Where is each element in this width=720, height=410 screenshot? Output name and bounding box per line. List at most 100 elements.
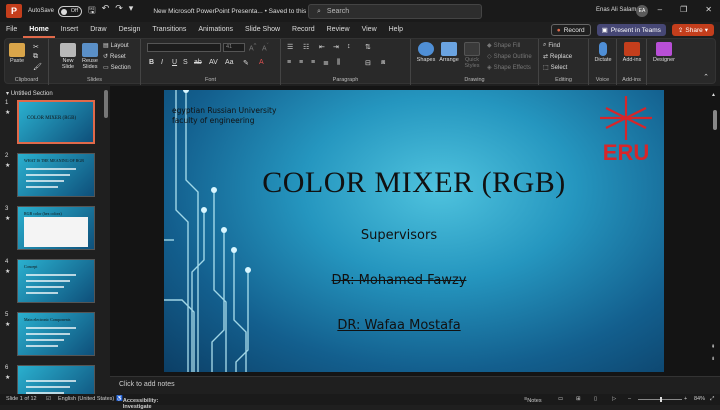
slide-1[interactable]: egyptian Russian University faculty of e… — [164, 90, 664, 372]
select-button[interactable]: ⬚ Select — [543, 64, 567, 72]
align-text-icon[interactable]: ⊟ — [365, 59, 371, 67]
zoom-in-icon[interactable]: + — [684, 396, 687, 402]
font-color-icon[interactable]: A — [259, 59, 264, 66]
slide-thumbnail[interactable]: COLOR MIXER (RGB) — [17, 100, 95, 144]
fit-slide-icon[interactable]: ⤢ — [710, 396, 714, 403]
align-right-icon[interactable]: ≡ — [311, 59, 315, 66]
thumbnail-scrollbar[interactable] — [104, 90, 108, 118]
text-direction-icon[interactable]: ⇅ — [365, 43, 371, 51]
zoom-out-icon[interactable]: – — [628, 396, 631, 402]
highlight-icon[interactable]: ✎ — [243, 59, 249, 67]
shape-fill-button[interactable]: ◆ Shape Fill — [487, 42, 520, 50]
addins-button[interactable]: Add-ins — [620, 42, 644, 63]
underline-icon[interactable]: U — [172, 59, 177, 66]
tab-draw[interactable]: Draw — [84, 22, 112, 38]
change-case-icon[interactable]: Aa — [225, 59, 234, 66]
section-button[interactable]: ▭ Section — [103, 64, 131, 72]
arrange-button[interactable]: Arrange — [437, 42, 461, 63]
tab-help[interactable]: Help — [383, 22, 409, 38]
decrease-indent-icon[interactable]: ⇤ — [319, 43, 325, 51]
align-center-icon[interactable]: ≡ — [299, 59, 303, 66]
language-indicator[interactable]: English (United States) — [58, 396, 114, 402]
slide-sorter-icon[interactable]: ⊞ — [576, 396, 581, 402]
bullets-icon[interactable]: ☰ — [287, 43, 293, 51]
tab-file[interactable]: File — [0, 22, 23, 38]
shape-outline-button[interactable]: ◇ Shape Outline — [487, 53, 532, 61]
tab-transitions[interactable]: Transitions — [146, 22, 192, 38]
share-button[interactable]: ⇪ Share ▾ — [671, 24, 714, 36]
tab-home[interactable]: Home — [23, 22, 55, 38]
increase-indent-icon[interactable]: ⇥ — [333, 43, 339, 51]
reading-view-icon[interactable]: ▯ — [594, 396, 597, 402]
slide-thumbnail[interactable]: Main electronic Components — [17, 312, 95, 356]
slide-thumbnail[interactable]: RGB color (hex colors) — [17, 206, 95, 250]
tab-review[interactable]: Review — [321, 22, 356, 38]
shadow-icon[interactable]: S — [183, 59, 188, 66]
tab-animations[interactable]: Animations — [192, 22, 239, 38]
slide-title[interactable]: COLOR MIXER (RGB) — [164, 166, 664, 200]
replace-button[interactable]: ⇄ Replace — [543, 53, 572, 61]
format-painter-icon[interactable]: 🖌 — [33, 63, 42, 71]
save-icon[interactable]: 🖫 — [88, 3, 96, 19]
spelling-icon[interactable]: ☑ — [46, 396, 51, 402]
font-name-input[interactable] — [147, 43, 221, 52]
paste-button[interactable]: Paste — [9, 43, 25, 64]
zoom-level[interactable]: 84% — [694, 396, 705, 402]
slide-thumbnail[interactable]: Concept — [17, 259, 95, 303]
section-header[interactable]: ▾ Untitled Section — [6, 90, 53, 97]
numbering-icon[interactable]: ☷ — [303, 43, 309, 51]
avatar[interactable]: EA — [636, 5, 648, 17]
line-spacing-icon[interactable]: ↕ — [347, 43, 351, 50]
copy-icon[interactable]: ⧉ — [33, 53, 38, 61]
smartart-icon[interactable]: ⧈ — [381, 59, 385, 67]
tab-view[interactable]: View — [356, 22, 383, 38]
font-size-input[interactable]: 41 — [223, 43, 245, 52]
customize-qat-icon[interactable]: ▾ — [129, 3, 134, 19]
layout-button[interactable]: ▤ Layout — [103, 42, 129, 50]
dictate-button[interactable]: Dictate — [592, 42, 614, 63]
slide-thumbnail[interactable]: WHAT IS THE MEANING OF RGB — [17, 153, 95, 197]
slide-thumbnail[interactable] — [17, 365, 95, 394]
reuse-slides-button[interactable]: Reuse Slides — [79, 43, 101, 70]
shape-effects-button[interactable]: ◈ Shape Effects — [487, 64, 531, 72]
notes-toggle[interactable]: ≡ Notes — [524, 396, 542, 404]
supervisor-1[interactable]: DR: Mohamed Fawzy — [164, 273, 634, 288]
notes-pane[interactable]: Click to add notes — [110, 376, 720, 393]
undo-icon[interactable]: ↶ — [102, 3, 110, 19]
minimize-icon[interactable]: – — [658, 5, 662, 14]
align-left-icon[interactable]: ≡ — [287, 59, 291, 66]
reset-button[interactable]: ↺ Reset — [103, 53, 126, 61]
normal-view-icon[interactable]: ▭ — [558, 396, 563, 402]
tab-design[interactable]: Design — [113, 22, 147, 38]
document-title[interactable]: New Microsoft PowerPoint Presenta... • S… — [153, 8, 317, 15]
new-slide-button[interactable]: New Slide — [57, 43, 79, 70]
columns-icon[interactable]: ⫼ — [337, 59, 340, 67]
find-button[interactable]: ⌕ Find — [543, 42, 560, 49]
user-name[interactable]: Enas Ali Salama — [596, 7, 640, 13]
decrease-font-icon[interactable]: Aˇ — [262, 43, 269, 52]
character-spacing-icon[interactable]: AV — [209, 59, 218, 66]
tab-slide-show[interactable]: Slide Show — [239, 22, 286, 38]
zoom-slider-thumb[interactable] — [660, 397, 662, 402]
supervisor-2[interactable]: DR: Wafaa Mostafa — [164, 318, 634, 333]
search-box[interactable]: ⌕ Search — [308, 4, 482, 19]
increase-font-icon[interactable]: A^ — [249, 43, 256, 52]
slide-scrollbar-thumb[interactable] — [713, 110, 717, 130]
designer-button[interactable]: Designer — [651, 42, 677, 63]
slideshow-icon[interactable]: ▷ — [612, 396, 616, 402]
shapes-button[interactable]: Shapes — [415, 42, 437, 63]
scroll-up-icon[interactable]: ▲ — [711, 92, 716, 98]
present-in-teams-button[interactable]: ▣ Present in Teams — [596, 24, 666, 36]
record-button[interactable]: ● Record — [550, 24, 591, 36]
previous-slide-icon[interactable]: ⇞ — [711, 344, 715, 350]
accessibility-status[interactable]: ♿ Accessibility: Investigate — [116, 396, 158, 410]
cut-icon[interactable]: ✂ — [33, 43, 39, 51]
slide-subtitle[interactable]: Supervisors — [164, 228, 634, 243]
bold-icon[interactable]: B — [149, 59, 154, 66]
close-icon[interactable]: ✕ — [705, 5, 712, 14]
strikethrough-icon[interactable]: ab — [194, 59, 202, 66]
collapse-ribbon-icon[interactable]: ⌃ — [703, 73, 709, 81]
justify-icon[interactable]: ≣ — [323, 59, 329, 67]
autosave-toggle[interactable]: Off — [58, 5, 83, 17]
tab-record[interactable]: Record — [286, 22, 321, 38]
